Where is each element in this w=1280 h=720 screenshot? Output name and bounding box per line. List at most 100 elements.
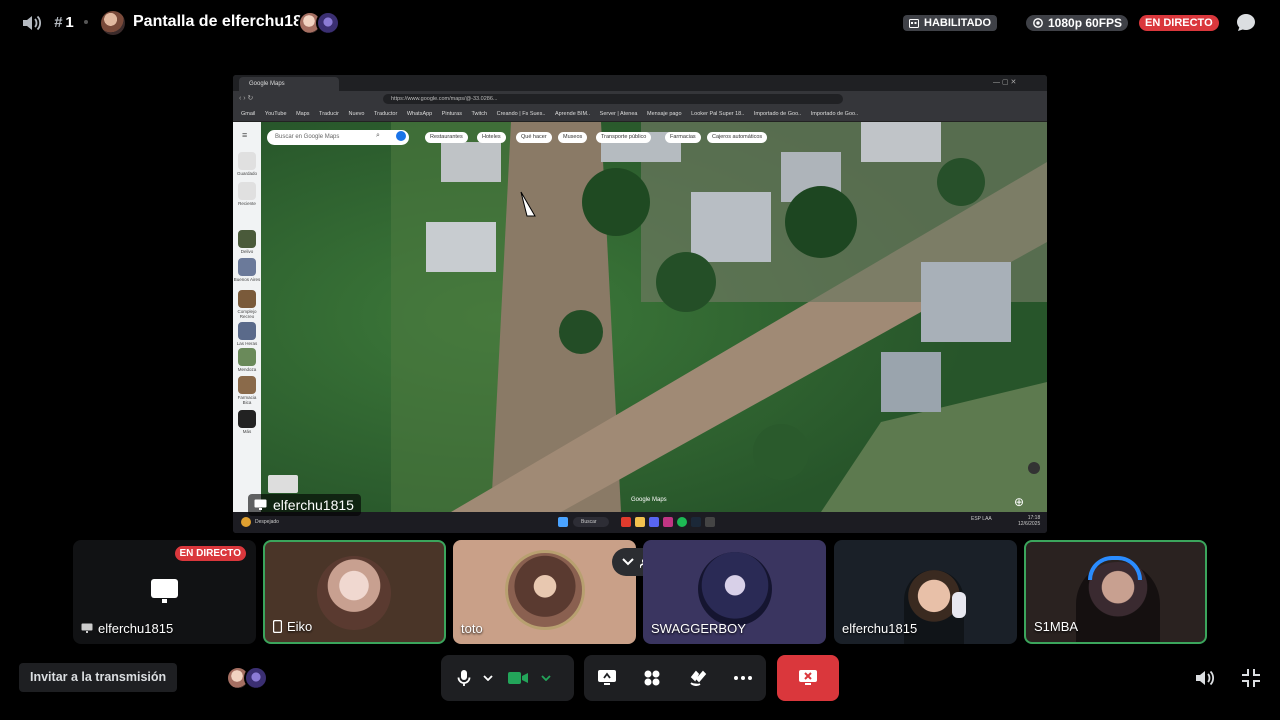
directions-icon[interactable] — [396, 131, 406, 141]
quality-label: 1080p 60FPS — [1048, 16, 1123, 30]
bookmark[interactable]: Nuevo — [349, 111, 365, 117]
app-icon[interactable] — [663, 517, 673, 527]
bookmark[interactable]: Traductor — [374, 111, 397, 117]
sidebar-label: Más — [242, 429, 252, 434]
saved-icon[interactable] — [238, 152, 256, 170]
viewer-avatars[interactable] — [298, 11, 344, 35]
location-icon[interactable] — [1028, 462, 1040, 474]
maps-chip[interactable]: Hoteles — [477, 132, 506, 143]
recent-icon[interactable] — [238, 182, 256, 200]
maps-chip[interactable]: Restaurantes — [425, 132, 468, 143]
bookmark[interactable]: Creando | Fs Sues.. — [497, 111, 546, 117]
participant-tile[interactable]: SWAGGERBOY — [643, 540, 826, 644]
chat-icon[interactable] — [1235, 12, 1257, 34]
place-thumbnail[interactable] — [238, 410, 256, 428]
participant-name: elferchu1815 — [98, 621, 174, 636]
participant-name: elferchu1815 — [842, 621, 918, 636]
place-thumbnail[interactable] — [238, 348, 256, 366]
bookmark[interactable]: WhatsApp — [407, 111, 432, 117]
participant-tile[interactable]: EN DIRECTO elferchu1815 — [73, 540, 256, 644]
menu-icon[interactable]: ≡ — [242, 130, 247, 140]
live-badge: EN DIRECTO — [1139, 15, 1219, 31]
bookmark[interactable]: Maps — [296, 111, 309, 117]
maps-chip[interactable]: Museos — [558, 132, 588, 143]
soundboard-button[interactable] — [683, 663, 713, 693]
participant-name: Eiko — [287, 619, 313, 634]
microphone-icon — [457, 670, 471, 686]
activities-icon — [644, 670, 660, 686]
participant-tile[interactable]: S1MBA — [1024, 540, 1207, 644]
taskbar-search[interactable]: Buscar — [573, 517, 609, 527]
search-icon[interactable]: ⌕ — [376, 132, 380, 140]
microphone-button[interactable] — [449, 663, 479, 693]
chevron-down-icon — [541, 675, 551, 681]
activities-button[interactable] — [637, 663, 667, 693]
maps-search-input[interactable]: Buscar en Google Maps — [267, 130, 409, 145]
participant-label: elferchu1815 — [842, 621, 917, 636]
start-icon[interactable] — [558, 517, 568, 527]
app-icon[interactable] — [705, 517, 715, 527]
camera-options-button[interactable] — [533, 663, 559, 693]
speaker-icon[interactable] — [20, 12, 44, 34]
bookmark[interactable]: Mensaje pago — [647, 111, 682, 117]
satellite-map[interactable] — [261, 122, 1047, 512]
bookmark[interactable]: Pinturas — [442, 111, 462, 117]
browser-tab[interactable]: Google Maps — [239, 77, 339, 91]
screen-share-view[interactable]: Google Maps — ▢ ✕ ‹ › ↻ https://www.goog… — [233, 75, 1047, 533]
steam-icon[interactable] — [691, 517, 701, 527]
stop-share-icon — [799, 670, 817, 685]
address-bar[interactable]: https://www.google.com/maps/@-33.0286... — [383, 94, 843, 104]
bookmark[interactable]: Aprende BIM.. — [555, 111, 590, 117]
clock-date: 12/6/2025 — [1018, 521, 1041, 527]
maps-sidebar: ≡ Guardado Reciente Delivo Buenos Aires … — [233, 122, 261, 512]
bookmark[interactable]: YouTube — [265, 111, 287, 117]
bookmark[interactable]: Importado de Goo.. — [811, 111, 858, 117]
bookmark[interactable]: Traducir — [319, 111, 339, 117]
place-thumbnail[interactable] — [238, 376, 256, 394]
enabled-badge-label: HABILITADO — [924, 17, 992, 29]
camera-button[interactable] — [503, 663, 533, 693]
chevron-down-icon — [483, 675, 493, 681]
maps-chip[interactable]: Qué hacer — [516, 132, 552, 143]
stop-stream-button[interactable] — [777, 655, 839, 701]
bookmark[interactable]: Importado de Goo.. — [754, 111, 801, 117]
taskbar-clock[interactable]: 17:18 12/6/2025 — [1018, 515, 1040, 527]
hash-icon: # — [54, 14, 63, 31]
participant-label: Eiko — [273, 619, 312, 634]
bookmark[interactable]: Looker Pal Super 18.. — [691, 111, 744, 117]
language-indicator[interactable]: ESP LAA — [971, 516, 992, 522]
maps-chip[interactable]: Transporte público — [596, 132, 652, 143]
place-thumbnail[interactable] — [238, 258, 256, 276]
more-icon — [734, 676, 753, 680]
avatar — [316, 11, 340, 35]
brave-icon[interactable] — [621, 517, 631, 527]
bookmark[interactable]: Twitch — [471, 111, 487, 117]
participant-tile[interactable]: elferchu1815 — [834, 540, 1017, 644]
separator-dot — [84, 20, 88, 24]
maps-chip[interactable]: Cajeros automáticos — [707, 132, 768, 143]
place-thumbnail[interactable] — [238, 230, 256, 248]
screen-icon — [254, 499, 267, 510]
bookmark[interactable]: Server | Atenea — [600, 111, 638, 117]
place-thumbnail[interactable] — [238, 322, 256, 340]
participant-tile[interactable]: toto — [453, 540, 636, 644]
spotify-icon[interactable] — [677, 517, 687, 527]
microphone-options-button[interactable] — [479, 663, 497, 693]
exit-fullscreen-icon[interactable] — [1240, 667, 1262, 689]
maps-chip[interactable]: Farmacias — [665, 132, 701, 143]
participant-tile[interactable]: Eiko — [263, 540, 446, 644]
zoom-icon[interactable]: ⊕ — [1014, 495, 1024, 509]
folder-icon[interactable] — [635, 517, 645, 527]
stream-owner-name: elferchu1815 — [273, 497, 354, 513]
discord-icon[interactable] — [649, 517, 659, 527]
volume-icon[interactable] — [1194, 667, 1216, 689]
place-thumbnail[interactable] — [238, 290, 256, 308]
invite-button[interactable]: Invitar a la transmisión — [19, 663, 178, 692]
cursor-overlay — [268, 475, 298, 493]
more-options-button[interactable] — [728, 663, 758, 693]
bookmark[interactable]: Gmail — [241, 111, 255, 117]
share-screen-button[interactable] — [592, 663, 622, 693]
viewer-avatars[interactable] — [226, 666, 272, 690]
browser-tabstrip: Google Maps — ▢ ✕ — [233, 75, 1047, 91]
sidebar-label: Farmacia Bica — [237, 395, 257, 405]
